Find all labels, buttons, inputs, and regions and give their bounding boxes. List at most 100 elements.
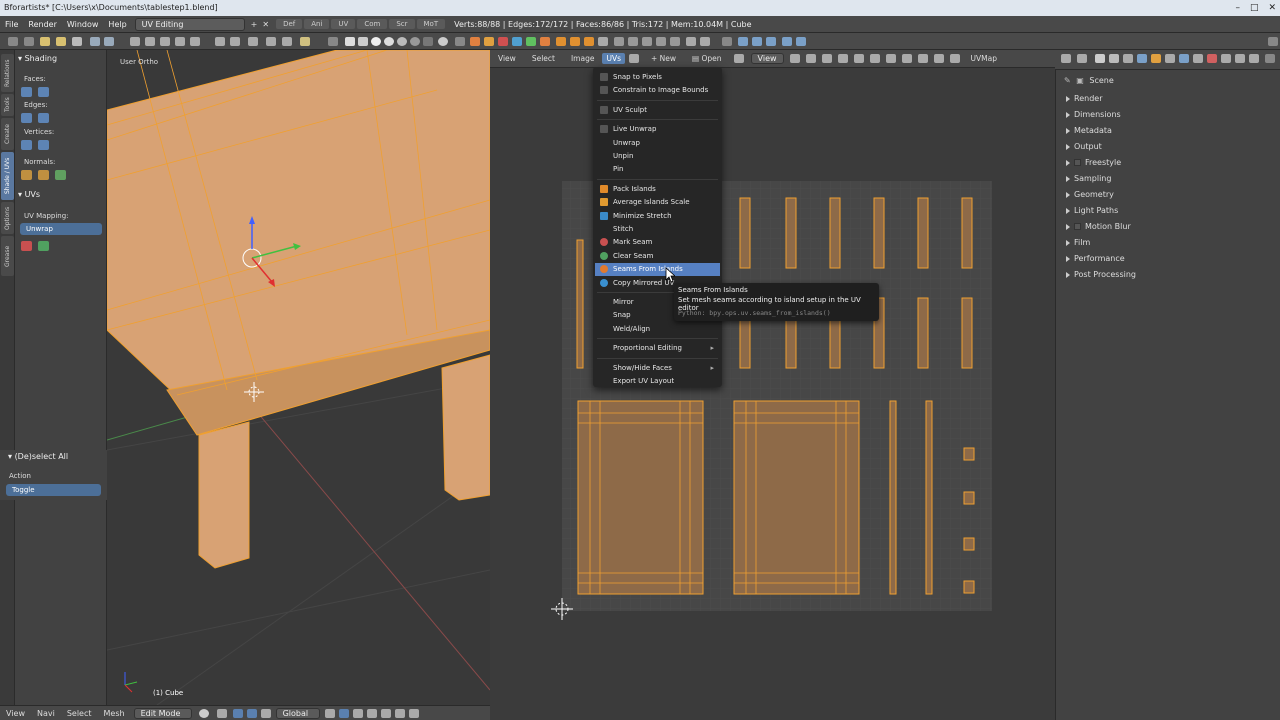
snap5-icon[interactable] (670, 37, 680, 46)
properties-menu-icon[interactable] (1265, 54, 1275, 63)
panel-enable-checkbox[interactable] (1074, 159, 1081, 166)
translate-icon[interactable] (246, 708, 257, 718)
faces-flat-button[interactable] (38, 87, 49, 97)
material-tab-icon[interactable] (1207, 54, 1217, 63)
panel-light-paths[interactable]: Light Paths (1066, 206, 1118, 215)
edit2-icon[interactable] (700, 37, 710, 46)
action-select[interactable]: Toggle (6, 484, 101, 496)
panel-dimensions[interactable]: Dimensions (1066, 110, 1121, 119)
menu-item-show-hide-faces[interactable]: Show/Hide Faces ▸ (595, 362, 720, 375)
snap-mode-icon[interactable] (394, 708, 405, 718)
uv-menu-uvs[interactable]: UVs (602, 53, 625, 64)
menu2-icon[interactable] (328, 37, 338, 46)
snap-icon[interactable] (614, 37, 624, 46)
editor6-icon[interactable] (300, 37, 310, 46)
panel-film[interactable]: Film (1066, 238, 1090, 247)
menu-window[interactable]: Window (62, 20, 104, 29)
open-icon[interactable] (56, 37, 66, 46)
menu-help[interactable]: Help (103, 20, 131, 29)
snap4-icon[interactable] (656, 37, 666, 46)
menu-item-stitch[interactable]: Stitch (595, 223, 720, 236)
normals-show-button[interactable] (55, 170, 66, 180)
shade-drop-icon[interactable] (423, 37, 433, 46)
menu-item-uv-sculpt[interactable]: UV Sculpt (595, 104, 720, 117)
tab-ani[interactable]: Ani (304, 19, 330, 29)
shade-render-icon[interactable] (410, 37, 420, 46)
render-tab-icon[interactable] (1095, 54, 1105, 63)
normals-recalc-button[interactable] (21, 170, 32, 180)
edges-sharp-button[interactable] (38, 113, 49, 123)
panel-output[interactable]: Output (1066, 142, 1102, 151)
uvs-panel-header[interactable]: ▾ UVs (18, 190, 40, 199)
maximize-button[interactable]: □ (1250, 2, 1259, 14)
window-icon[interactable] (90, 37, 100, 46)
view5-icon[interactable] (190, 37, 200, 46)
edges-smooth-button[interactable] (21, 113, 32, 123)
texture-tab-icon[interactable] (1221, 54, 1231, 63)
properties-list-icon[interactable] (1077, 54, 1087, 63)
cone-icon[interactable] (540, 37, 550, 46)
scale-icon[interactable] (584, 37, 594, 46)
editor2-icon[interactable] (230, 37, 240, 46)
modifiers-tab-icon[interactable] (1179, 54, 1189, 63)
shade-material-icon[interactable] (397, 37, 407, 46)
uv-mapping-select[interactable]: Unwrap (20, 223, 102, 235)
proportional-icon[interactable] (380, 708, 391, 718)
vertices-sharp-button[interactable] (38, 140, 49, 150)
uv-island-icon[interactable] (869, 54, 880, 63)
shade-wire-icon[interactable] (358, 37, 368, 46)
camera4-icon[interactable] (782, 37, 792, 46)
camera-icon[interactable] (738, 37, 748, 46)
uv-face-icon[interactable] (853, 54, 864, 63)
particles-tab-icon[interactable] (1235, 54, 1245, 63)
3d-viewport[interactable]: User Ortho (1) Cube (107, 50, 490, 705)
menu-item-snap-to-pixels[interactable]: Snap to Pixels (595, 71, 720, 84)
folder-icon[interactable] (40, 37, 50, 46)
object-icon[interactable] (498, 37, 508, 46)
tab-grease-pencil[interactable]: Grease Pencil (1, 236, 24, 276)
face-select-icon[interactable] (352, 708, 363, 718)
add-icon[interactable] (470, 37, 480, 46)
tab-scr[interactable]: Scr (389, 19, 415, 29)
tab-options[interactable]: Options (1, 202, 14, 234)
panel-performance[interactable]: Performance (1066, 254, 1125, 263)
panel-render[interactable]: Render (1066, 94, 1102, 103)
snap3-icon[interactable] (642, 37, 652, 46)
tab-shade-uvs[interactable]: Shade / UVs (1, 152, 14, 200)
layers-tab-icon[interactable] (1109, 54, 1119, 63)
transform-icon[interactable] (598, 37, 608, 46)
uv-menu-view[interactable]: View (490, 54, 524, 63)
panel-freestyle[interactable]: Freestyle (1066, 158, 1121, 167)
snap2-icon[interactable] (628, 37, 638, 46)
tab-def[interactable]: Def (276, 19, 303, 29)
menu-item-seams-from-islands[interactable]: Seams From Islands (595, 263, 720, 277)
shade-texture-icon[interactable] (384, 37, 394, 46)
world-tab-icon[interactable] (1137, 54, 1147, 63)
menu-item-proportional-editing[interactable]: Proportional Editing ▸ (595, 342, 720, 355)
panel-metadata[interactable]: Metadata (1066, 126, 1112, 135)
normals-flip-button[interactable] (38, 170, 49, 180)
uv-edge-icon[interactable] (837, 54, 848, 63)
panel-enable-checkbox[interactable] (1074, 223, 1081, 230)
menu-file[interactable]: File (0, 20, 23, 29)
rotate-icon[interactable] (570, 37, 580, 46)
view-mode-select[interactable]: View (750, 53, 784, 64)
viewport-menu-select[interactable]: Select (61, 709, 98, 718)
tab-tools[interactable]: Tools (1, 94, 14, 116)
editor5-icon[interactable] (282, 37, 292, 46)
menu4-icon[interactable] (722, 37, 732, 46)
menu-item-constrain-to-image-bounds[interactable]: Constrain to Image Bounds (595, 84, 720, 97)
mode-select[interactable]: Edit Mode (133, 707, 192, 719)
save-icon[interactable] (72, 37, 82, 46)
menu-item-pack-islands[interactable]: Pack Islands (595, 183, 720, 196)
viewport-menu-navi[interactable]: Navi (31, 709, 61, 718)
menu5-icon[interactable] (1268, 37, 1278, 46)
add-layout-icon[interactable]: + (248, 20, 261, 29)
view3-icon[interactable] (160, 37, 170, 46)
mark-seam-button[interactable] (21, 241, 32, 251)
uv-snap-icon[interactable] (917, 54, 928, 63)
shading-mode-icon[interactable] (198, 708, 209, 718)
window2-icon[interactable] (104, 37, 114, 46)
vertex-select-icon[interactable] (324, 708, 335, 718)
editor4-icon[interactable] (266, 37, 276, 46)
